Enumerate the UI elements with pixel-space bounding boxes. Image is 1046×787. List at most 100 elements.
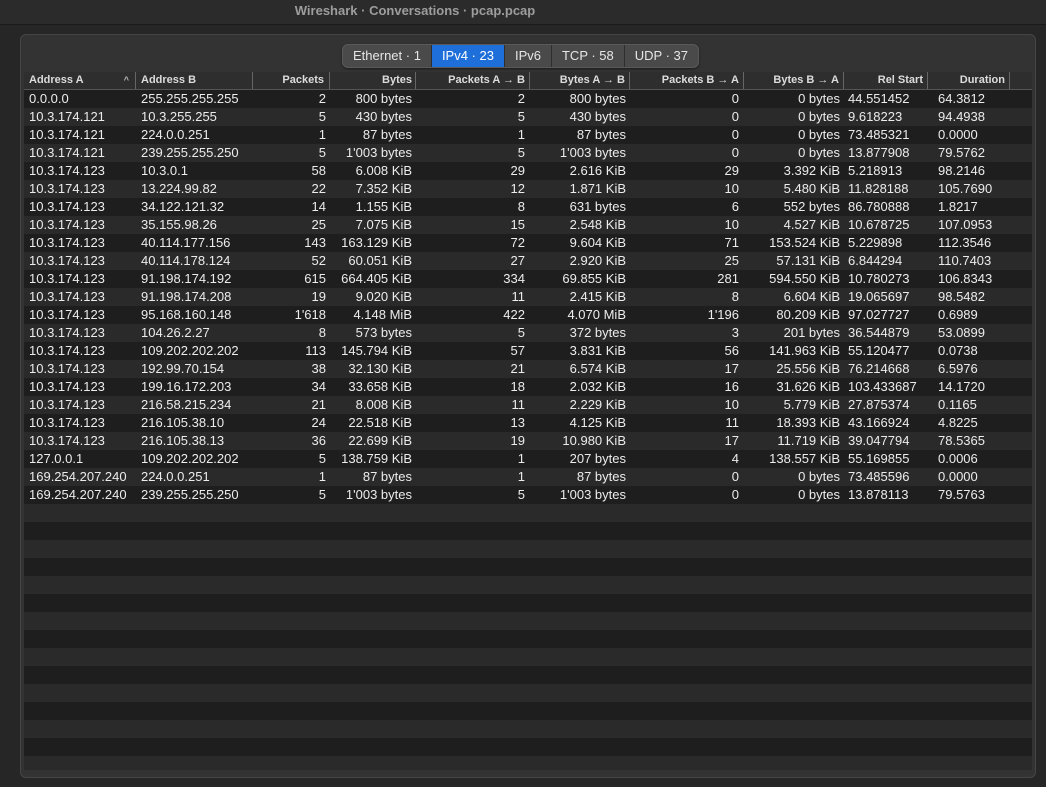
empty-table-row	[24, 756, 1032, 770]
cell-address-a: 10.3.174.123	[29, 289, 105, 304]
empty-table-row	[24, 576, 1032, 594]
cell-address-a: 10.3.174.123	[29, 307, 105, 322]
tab-ethernet[interactable]: Ethernet · 1	[343, 45, 432, 67]
column-header-packets-b-a[interactable]: Packets B → A	[630, 72, 744, 89]
cell-duration: 78.5365	[938, 433, 985, 448]
cell-bytes: 6.008 KiB	[355, 163, 412, 178]
cell-packets-b-a: 8	[731, 289, 739, 304]
cell-bytes-a-b: 2.548 KiB	[569, 217, 626, 232]
tab-ipv4[interactable]: IPv4 · 23	[431, 45, 505, 67]
table-row[interactable]: 0.0.0.0 255.255.255.255 2 800 bytes 2 800 byt…	[24, 90, 1032, 108]
cell-packets-b-a: 16	[724, 379, 739, 394]
cell-rel-start: 36.544879	[848, 325, 910, 340]
cell-address-b: 10.3.0.1	[141, 163, 188, 178]
cell-bytes-a-b: 9.604 KiB	[569, 235, 626, 250]
table-row[interactable]: 10.3.174.123 216.105.38.10 24 22.518 KiB 13 4…	[24, 414, 1032, 432]
cell-address-a: 10.3.174.121	[29, 109, 105, 124]
cell-rel-start: 27.875374	[848, 397, 910, 412]
cell-address-a: 10.3.174.121	[29, 127, 105, 142]
cell-address-a: 10.3.174.123	[29, 415, 105, 430]
column-header-address-b[interactable]: Address B	[136, 72, 253, 89]
table-row[interactable]: 127.0.0.1 109.202.202.202 5 138.759 KiB 1 207…	[24, 450, 1032, 468]
cell-packets-a-b: 57	[510, 343, 525, 358]
cell-bytes-b-a: 138.557 KiB	[769, 451, 840, 466]
table-row[interactable]: 10.3.174.123 13.224.99.82 22 7.352 KiB 12 1.8…	[24, 180, 1032, 198]
cell-duration: 106.8343	[938, 271, 993, 286]
table-row[interactable]: 10.3.174.123 35.155.98.26 25 7.075 KiB 15 2.5…	[24, 216, 1032, 234]
cell-bytes-b-a: 4.527 KiB	[783, 217, 840, 232]
cell-bytes-a-b: 2.229 KiB	[569, 397, 626, 412]
table-row[interactable]: 10.3.174.123 10.3.0.1 58 6.008 KiB 29 2.616 K…	[24, 162, 1032, 180]
cell-duration: 110.7403	[938, 253, 992, 268]
cell-packets-a-b: 27	[510, 253, 525, 268]
cell-packets-a-b: 2	[517, 91, 525, 106]
cell-bytes-a-b: 4.070 MiB	[567, 307, 626, 322]
table-row[interactable]: 10.3.174.121 239.255.255.250 5 1'003 bytes 5…	[24, 144, 1032, 162]
cell-bytes: 163.129 KiB	[341, 235, 412, 250]
cell-duration: 0.0000	[938, 127, 978, 142]
cell-rel-start: 76.214668	[848, 361, 910, 376]
table-row[interactable]: 10.3.174.123 91.198.174.192 615 664.405 KiB…	[24, 270, 1032, 288]
table-row[interactable]: 10.3.174.123 91.198.174.208 19 9.020 KiB 11 2…	[24, 288, 1032, 306]
empty-table-row	[24, 738, 1032, 756]
table-row[interactable]: 10.3.174.123 34.122.121.32 14 1.155 KiB 8 631…	[24, 198, 1032, 216]
cell-packets: 5	[318, 487, 326, 502]
cell-bytes-a-b: 1'003 bytes	[559, 487, 626, 502]
column-header-rel-start[interactable]: Rel Start	[844, 72, 928, 89]
table-row[interactable]: 10.3.174.123 104.26.2.27 8 573 bytes 5 372 by…	[24, 324, 1032, 342]
cell-duration: 94.4938	[938, 109, 985, 124]
tab-udp[interactable]: UDP · 37	[625, 45, 698, 67]
cell-address-b: 34.122.121.32	[141, 199, 225, 214]
cell-packets-a-b: 1	[517, 451, 525, 466]
column-header-packets[interactable]: Packets	[253, 72, 330, 89]
table-row[interactable]: 10.3.174.123 40.114.178.124 52 60.051 KiB 27…	[24, 252, 1032, 270]
table-row[interactable]: 10.3.174.123 192.99.70.154 38 32.130 KiB 21 6…	[24, 360, 1032, 378]
column-header-bytes-a-b[interactable]: Bytes A → B	[530, 72, 630, 89]
table-row[interactable]: 10.3.174.123 216.58.215.234 21 8.008 KiB 11 2…	[24, 396, 1032, 414]
cell-bytes-a-b: 800 bytes	[569, 91, 626, 106]
cell-address-a: 10.3.174.123	[29, 181, 105, 196]
cell-duration: 79.5763	[938, 487, 985, 502]
table-row[interactable]: 10.3.174.123 95.168.160.148 1'618 4.148 MiB…	[24, 306, 1032, 324]
cell-bytes-b-a: 594.550 KiB	[769, 271, 840, 286]
cell-bytes-b-a: 11.719 KiB	[777, 433, 840, 448]
cell-address-a: 10.3.174.123	[29, 325, 105, 340]
table-row[interactable]: 169.254.207.240 224.0.0.251 1 87 bytes 1 87 b…	[24, 468, 1032, 486]
table-row[interactable]: 10.3.174.121 10.3.255.255 5 430 bytes 5 430 b…	[24, 108, 1032, 126]
cell-rel-start: 55.169855	[848, 451, 910, 466]
column-header-packets-a-b[interactable]: Packets A → B	[416, 72, 530, 89]
empty-table-row	[24, 702, 1032, 720]
cell-address-b: 224.0.0.251	[141, 469, 210, 484]
table-row[interactable]: 10.3.174.123 216.105.38.13 36 22.699 KiB 19 1…	[24, 432, 1032, 450]
table-header: Address A ^ Address B Packets Bytes Pack…	[24, 72, 1032, 90]
column-header-bytes[interactable]: Bytes	[330, 72, 416, 89]
cell-address-b: 40.114.178.124	[141, 253, 231, 268]
cell-address-a: 169.254.207.240	[29, 487, 127, 502]
cell-rel-start: 6.844294	[848, 253, 903, 268]
empty-table-row	[24, 648, 1032, 666]
column-header-address-a[interactable]: Address A ^	[24, 72, 136, 89]
cell-bytes-b-a: 5.779 KiB	[783, 397, 840, 412]
table-row[interactable]: 10.3.174.123 109.202.202.202 113 145.794 Ki…	[24, 342, 1032, 360]
title-bar: Wireshark · Conversations · pcap.pcap	[0, 0, 1046, 25]
tab-tcp[interactable]: TCP · 58	[552, 45, 625, 67]
cell-packets-b-a: 10	[724, 217, 739, 232]
column-header-bytes-b-a[interactable]: Bytes B → A	[744, 72, 844, 89]
tab-ipv6[interactable]: IPv6	[505, 45, 552, 67]
table-row[interactable]: 10.3.174.123 199.16.172.203 34 33.658 KiB 18…	[24, 378, 1032, 396]
cell-address-b: 104.26.2.27	[141, 325, 210, 340]
cell-bytes-a-b: 430 bytes	[569, 109, 626, 124]
cell-packets: 113	[305, 343, 326, 358]
empty-table-row	[24, 504, 1032, 522]
cell-bytes-a-b: 2.032 KiB	[569, 379, 626, 394]
cell-bytes-b-a: 0 bytes	[798, 91, 840, 106]
cell-rel-start: 97.027727	[848, 307, 910, 322]
cell-address-b: 199.16.172.203	[141, 379, 232, 394]
table-row[interactable]: 10.3.174.121 224.0.0.251 1 87 bytes 1 87 byte…	[24, 126, 1032, 144]
column-header-duration[interactable]: Duration	[928, 72, 1010, 89]
cell-rel-start: 43.166924	[848, 415, 910, 430]
cell-rel-start: 73.485321	[848, 127, 910, 142]
table-row[interactable]: 10.3.174.123 40.114.177.156 143 163.129 KiB…	[24, 234, 1032, 252]
cell-rel-start: 103.433687	[848, 379, 917, 394]
table-row[interactable]: 169.254.207.240 239.255.255.250 5 1'003 byt…	[24, 486, 1032, 504]
